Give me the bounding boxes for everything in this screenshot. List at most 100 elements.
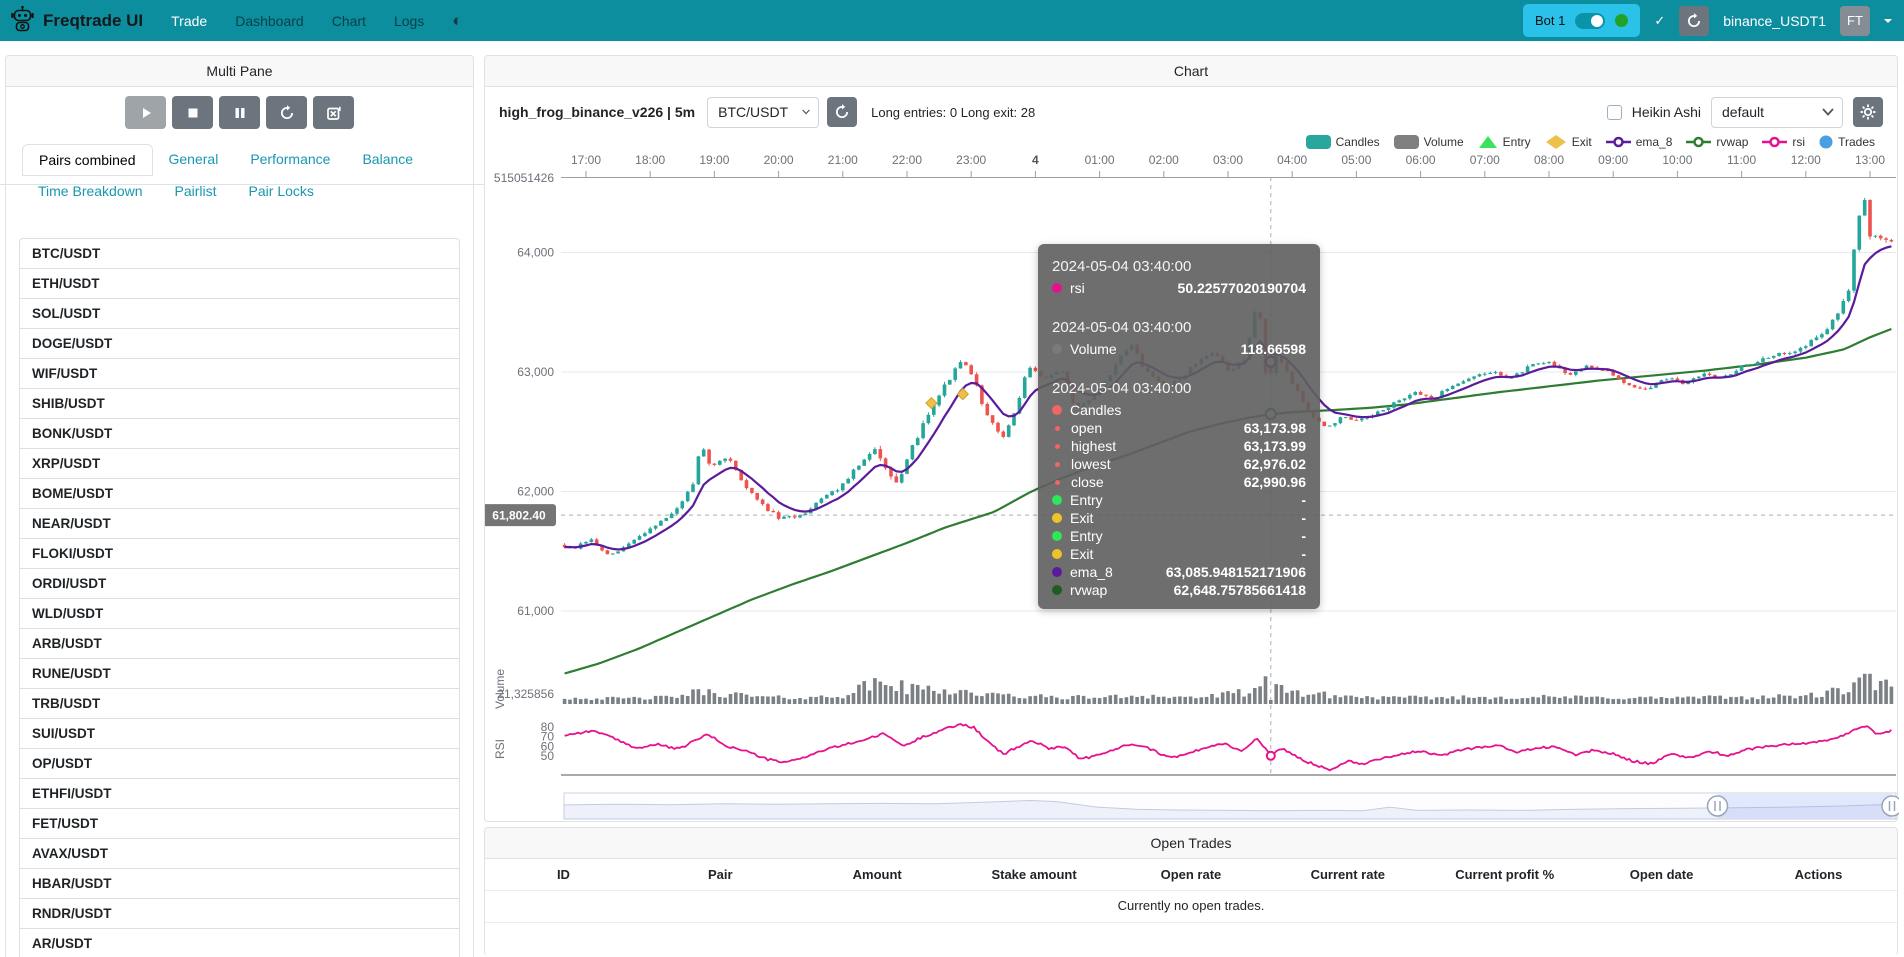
navbar: Freqtrade UI Trade Dashboard Chart Logs ◐ Bo…: [0, 0, 1904, 41]
pair-item[interactable]: ORDI/USDT: [19, 568, 460, 599]
svg-text:08:00: 08:00: [1534, 153, 1564, 167]
svg-text:21:00: 21:00: [828, 153, 858, 167]
multi-pane-panel: Multi Pane Pairs combinedGeneralPerforma…: [5, 55, 474, 957]
nav-links: Trade Dashboard Chart Logs ◐: [171, 11, 462, 31]
tooltip-row: Entry-: [1052, 491, 1306, 509]
pair-item[interactable]: RUNE/USDT: [19, 658, 460, 689]
pair-select-value: BTC/USDT: [718, 104, 788, 120]
datazoom-selection: [1718, 794, 1893, 818]
tooltip-timestamp: 2024-05-04 03:40:00: [1052, 319, 1306, 336]
pair-item[interactable]: BTC/USDT: [19, 238, 460, 269]
pair-item[interactable]: DOGE/USDT: [19, 328, 460, 359]
exit-marker: [957, 389, 968, 400]
plot-settings-gear-button[interactable]: [1853, 97, 1883, 127]
theme-toggle-icon[interactable]: ◐: [452, 11, 462, 31]
pair-item[interactable]: WLD/USDT: [19, 598, 460, 629]
tooltip-row: lowest62,976.02: [1052, 455, 1306, 473]
column-header-current-rate: Current rate: [1269, 859, 1426, 890]
pair-item[interactable]: HBAR/USDT: [19, 868, 460, 899]
svg-text:02:00: 02:00: [1149, 153, 1179, 167]
nav-link-chart[interactable]: Chart: [332, 13, 366, 29]
chart-toolbar: high_frog_binance_v226 | 5m BTC/USDT Lon…: [485, 92, 1897, 132]
pair-item[interactable]: ARB/USDT: [19, 628, 460, 659]
column-header-current-profit-: Current profit %: [1426, 859, 1583, 890]
tooltip-row: Volume118.66598: [1052, 340, 1306, 358]
pair-item[interactable]: AVAX/USDT: [19, 838, 460, 869]
svg-text:11:00: 11:00: [1727, 153, 1756, 167]
tooltip-row: Entry-: [1052, 527, 1306, 545]
tooltip-row: highest63,173.99: [1052, 437, 1306, 455]
heikin-ashi-label: Heikin Ashi: [1632, 104, 1701, 120]
open-trades-title: Open Trades: [485, 828, 1897, 859]
tab-performance[interactable]: Performance: [234, 144, 346, 176]
svg-text:17:00: 17:00: [571, 153, 601, 167]
tab-pair-locks[interactable]: Pair Locks: [233, 176, 330, 206]
chart-tooltip: 2024-05-04 03:40:00rsi50.225770201907042…: [1038, 244, 1320, 609]
pause-bot-button[interactable]: [219, 96, 260, 129]
column-header-open-rate: Open rate: [1113, 859, 1270, 890]
bot-toggle[interactable]: [1575, 13, 1605, 29]
tooltip-row: rvwap62,648.75785661418: [1052, 581, 1306, 599]
svg-text:61,802.40: 61,802.40: [492, 509, 546, 523]
tab-pairlist[interactable]: Pairlist: [159, 176, 233, 206]
pair-item[interactable]: SOL/USDT: [19, 298, 460, 329]
svg-text:09:00: 09:00: [1598, 153, 1628, 167]
column-header-amount: Amount: [799, 859, 956, 890]
pair-item[interactable]: ETHFI/USDT: [19, 778, 460, 809]
reload-config-button[interactable]: [266, 96, 307, 129]
svg-text:62,000: 62,000: [517, 485, 554, 499]
plot-config-select[interactable]: default: [1711, 97, 1843, 128]
tab-balance[interactable]: Balance: [346, 144, 429, 176]
tabs-divider: [0, 184, 489, 185]
pair-item[interactable]: NEAR/USDT: [19, 508, 460, 539]
forceexit-button[interactable]: [313, 96, 354, 129]
pair-item[interactable]: SUI/USDT: [19, 718, 460, 749]
tooltip-row: Exit-: [1052, 509, 1306, 527]
nav-link-trade[interactable]: Trade: [171, 13, 207, 29]
pair-item[interactable]: TRB/USDT: [19, 688, 460, 719]
nav-link-logs[interactable]: Logs: [394, 13, 424, 29]
svg-text:12:00: 12:00: [1791, 153, 1821, 167]
pair-item[interactable]: OP/USDT: [19, 748, 460, 779]
reload-bot-button[interactable]: [1679, 6, 1709, 36]
svg-text:05:00: 05:00: [1341, 153, 1371, 167]
tab-pairs-combined[interactable]: Pairs combined: [22, 144, 153, 176]
pair-item[interactable]: XRP/USDT: [19, 448, 460, 479]
start-bot-button[interactable]: [125, 96, 166, 129]
pair-select[interactable]: BTC/USDT: [707, 97, 819, 128]
svg-text:22:00: 22:00: [892, 153, 922, 167]
bot-online-dot: [1615, 14, 1628, 27]
svg-text:18:00: 18:00: [635, 153, 665, 167]
gear-icon: [1860, 104, 1876, 120]
check-icon: ✓: [1654, 13, 1665, 29]
tab-general[interactable]: General: [153, 144, 235, 176]
svg-text:03:00: 03:00: [1213, 153, 1243, 167]
svg-text:4: 4: [1032, 153, 1039, 167]
chevron-down-icon[interactable]: [1884, 19, 1892, 23]
pair-item[interactable]: WIF/USDT: [19, 358, 460, 389]
datazoom-handle[interactable]: [1708, 796, 1728, 816]
nav-link-dashboard[interactable]: Dashboard: [235, 13, 304, 29]
tab-time-breakdown[interactable]: Time Breakdown: [22, 176, 159, 206]
tooltip-row: open63,173.98: [1052, 419, 1306, 437]
pair-item[interactable]: FLOKI/USDT: [19, 538, 460, 569]
bot-selector[interactable]: Bot 1: [1523, 4, 1640, 37]
rsi-line: [565, 724, 1892, 770]
refresh-chart-button[interactable]: [827, 97, 857, 127]
pair-item[interactable]: ETH/USDT: [19, 268, 460, 299]
pair-item[interactable]: RNDR/USDT: [19, 898, 460, 929]
svg-text:64,000: 64,000: [517, 246, 554, 260]
tooltip-row: rsi50.22577020190704: [1052, 279, 1306, 297]
stop-bot-button[interactable]: [172, 96, 213, 129]
heikin-ashi-checkbox[interactable]: [1607, 105, 1622, 120]
user-avatar[interactable]: FT: [1840, 6, 1870, 36]
svg-text:21,325856: 21,325856: [497, 687, 554, 701]
column-header-actions: Actions: [1740, 859, 1897, 890]
pair-item[interactable]: SHIB/USDT: [19, 388, 460, 419]
pair-item[interactable]: AR/USDT: [19, 928, 460, 957]
datazoom-handle[interactable]: [1882, 796, 1899, 816]
brand[interactable]: Freqtrade UI: [10, 5, 143, 37]
pair-item[interactable]: BONK/USDT: [19, 418, 460, 449]
pair-item[interactable]: FET/USDT: [19, 808, 460, 839]
pair-item[interactable]: BOME/USDT: [19, 478, 460, 509]
